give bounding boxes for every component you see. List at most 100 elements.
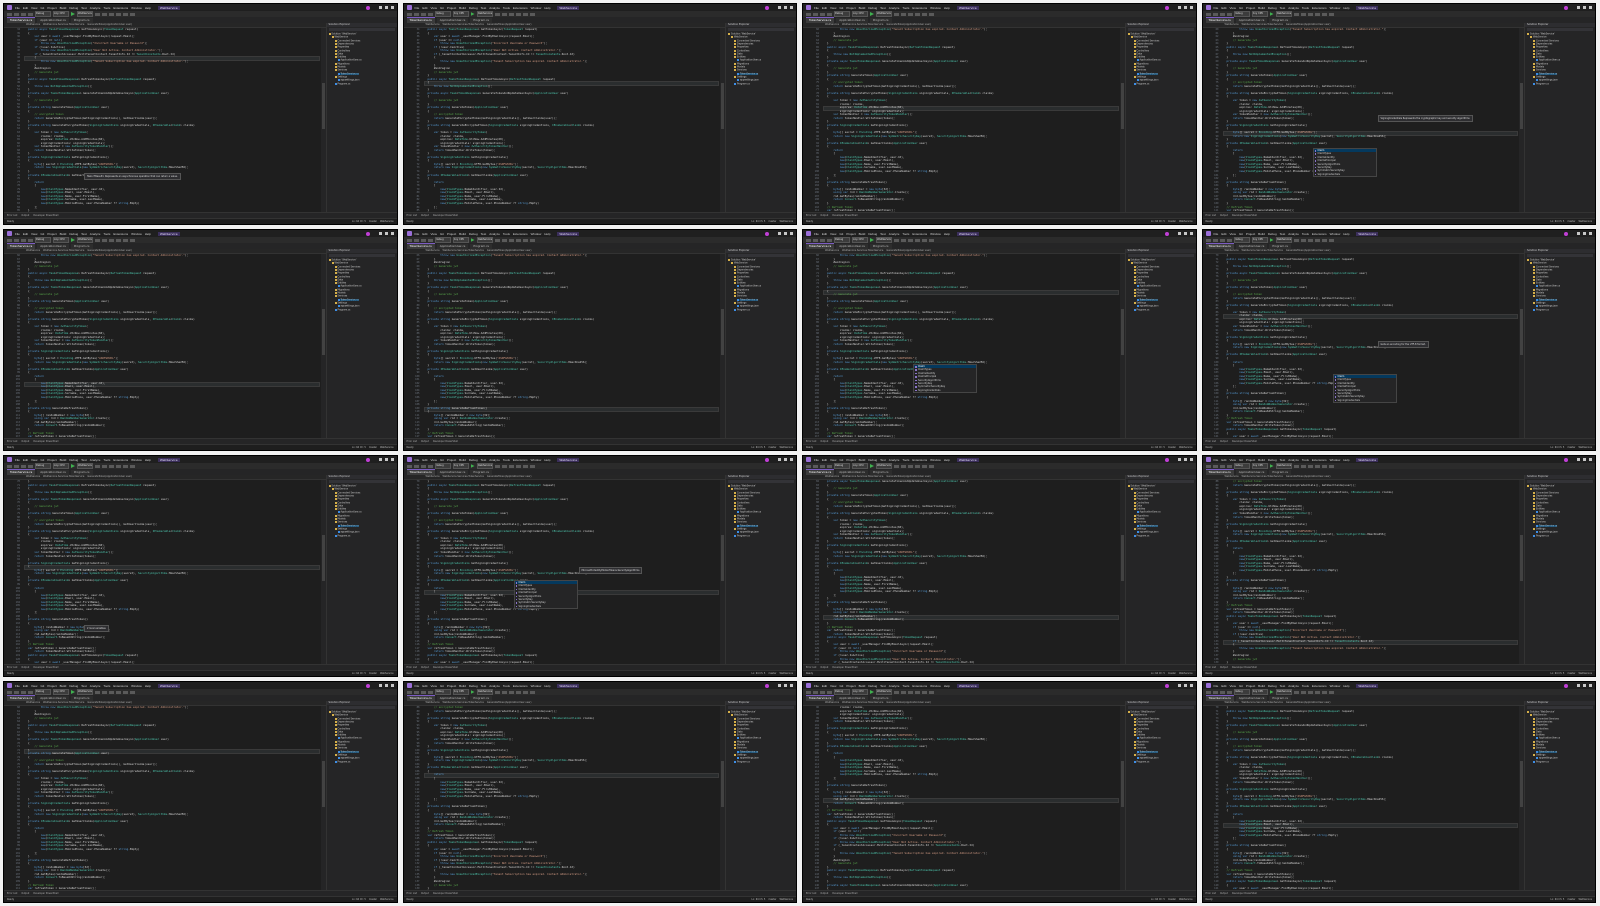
tool-window-tab[interactable]: Output xyxy=(820,440,828,443)
menu-item[interactable]: Git xyxy=(40,232,44,236)
git-repository[interactable]: WebService xyxy=(780,672,794,675)
tree-item[interactable]: Program.cs xyxy=(1134,534,1150,538)
toolbar-button[interactable] xyxy=(1226,12,1232,16)
menu-item[interactable]: Edit xyxy=(822,684,827,688)
intellisense-completion-list[interactable]: Claim ClaimTypes ClaimsIdentity ClaimsPrinc… xyxy=(1332,374,1397,404)
copilot-icon[interactable] xyxy=(1164,457,1169,462)
menu-item[interactable]: Build xyxy=(859,458,866,462)
toolbar-button[interactable] xyxy=(827,238,832,242)
menu-item[interactable]: Edit xyxy=(23,458,28,462)
tool-window-tab[interactable]: Error List xyxy=(407,892,417,895)
menu-item[interactable]: Window xyxy=(531,458,542,462)
menu-item[interactable]: Tools xyxy=(1302,6,1309,10)
close-icon[interactable] xyxy=(1189,232,1193,235)
toolbar-button[interactable] xyxy=(109,12,114,16)
git-branch[interactable]: master xyxy=(369,672,377,675)
toolbar-button[interactable] xyxy=(1293,12,1299,16)
menu-item[interactable]: Tools xyxy=(103,6,110,10)
tool-window-tab[interactable]: Error List xyxy=(7,440,17,443)
navigation-dropdown[interactable]: WebService.Services.TokenService xyxy=(1242,701,1283,705)
menu-item[interactable]: Test xyxy=(1280,232,1286,236)
navigation-dropdown[interactable]: WebService xyxy=(1225,23,1239,27)
toolbar-button[interactable] xyxy=(116,12,121,16)
menu-item[interactable]: Build xyxy=(859,232,866,236)
toolbar-button[interactable] xyxy=(894,12,899,16)
menu-item[interactable]: Edit xyxy=(822,232,827,236)
menu-item[interactable]: Analyze xyxy=(90,6,101,10)
toolbar-button[interactable] xyxy=(813,12,818,16)
menu-item[interactable]: Edit xyxy=(422,684,427,688)
menu-item[interactable]: Extensions xyxy=(513,684,528,688)
code-text[interactable]: public async Task<TokenResponse> GetToke… xyxy=(28,28,320,212)
tree-item[interactable]: Program.cs xyxy=(1134,760,1150,764)
code-text[interactable]: } public async Task<TokenResponse> Refres… xyxy=(428,480,720,664)
tree-item[interactable]: Program.cs xyxy=(1533,82,1549,86)
menu-item[interactable]: File xyxy=(415,458,420,462)
tool-window-tab[interactable]: Developer PowerShell xyxy=(1232,892,1257,895)
menu-item[interactable]: Test xyxy=(880,684,886,688)
menu-item[interactable]: Tools xyxy=(902,684,909,688)
toolbar-button[interactable] xyxy=(1293,690,1299,694)
menu-item[interactable]: Extensions xyxy=(1312,684,1327,688)
completion-item[interactable]: SigningCredentials xyxy=(1334,399,1396,402)
toolbar-button[interactable] xyxy=(130,464,135,468)
toolbar-button[interactable] xyxy=(102,690,107,694)
menu-item[interactable]: Test xyxy=(481,6,487,10)
toolbar-button[interactable] xyxy=(1314,238,1320,242)
intellisense-completion-list[interactable]: Claim ClaimTypes ClaimsIdentity ClaimsPrinc… xyxy=(513,580,578,610)
toolbar-button[interactable] xyxy=(515,238,521,242)
menu-item[interactable]: File xyxy=(415,6,420,10)
tool-window-tab[interactable]: Error List xyxy=(806,440,816,443)
git-repository[interactable]: WebService xyxy=(1579,898,1593,901)
menu-item[interactable]: Project xyxy=(846,684,855,688)
toolbar-button[interactable] xyxy=(406,12,412,16)
close-icon[interactable] xyxy=(1189,6,1193,9)
menu-item[interactable]: Project xyxy=(47,458,56,462)
menu-item[interactable]: View xyxy=(431,232,437,236)
copilot-icon[interactable] xyxy=(1564,683,1568,688)
scrollbar-thumb[interactable] xyxy=(1120,535,1124,582)
menu-item[interactable]: Window xyxy=(131,684,142,688)
toolbar-button[interactable] xyxy=(1205,464,1211,468)
git-branch[interactable]: master xyxy=(1168,672,1176,675)
scrollbar-thumb[interactable] xyxy=(1520,535,1523,582)
menu-item[interactable]: Analyze xyxy=(1288,684,1299,688)
menu-item[interactable]: Tools xyxy=(103,684,110,688)
toolbar-button[interactable] xyxy=(116,690,121,694)
menu-item[interactable]: Test xyxy=(81,232,87,236)
minimize-icon[interactable] xyxy=(1177,232,1181,235)
menu-item[interactable]: Help xyxy=(145,684,151,688)
toolbar-button[interactable] xyxy=(929,464,934,468)
code-editor[interactable]: WebService WebService.Services.TokenServi… xyxy=(1202,475,1524,664)
scrollbar-thumb[interactable] xyxy=(721,309,724,356)
copilot-icon[interactable] xyxy=(765,5,769,10)
menu-item[interactable]: Analyze xyxy=(1288,458,1299,462)
toolbar-button[interactable] xyxy=(806,12,811,16)
toolbar-button[interactable] xyxy=(1219,464,1225,468)
toolbar-button[interactable] xyxy=(529,238,535,242)
menu-item[interactable]: Test xyxy=(481,684,487,688)
toolbar-button[interactable] xyxy=(929,12,934,16)
toolbar-button[interactable] xyxy=(901,690,906,694)
toolbar-button[interactable] xyxy=(7,464,12,468)
tool-window-tab[interactable]: Developer PowerShell xyxy=(832,214,857,217)
menu-item[interactable]: Edit xyxy=(1221,684,1226,688)
menu-item[interactable]: Git xyxy=(839,232,843,236)
tree-item[interactable]: Program.cs xyxy=(734,82,750,86)
code-text[interactable]: } public async Task<TokenResponse> Refres… xyxy=(28,480,320,664)
menu-item[interactable]: File xyxy=(1214,684,1219,688)
navigation-dropdown[interactable]: WebService xyxy=(426,249,440,253)
menu-item[interactable]: Edit xyxy=(23,232,28,236)
git-repository[interactable]: WebService xyxy=(780,220,794,223)
tool-window-tab[interactable]: Developer PowerShell xyxy=(33,666,58,669)
code-text[interactable]: throw new UnauthorizedException("Tenant … xyxy=(827,254,1119,438)
menu-item[interactable]: Analyze xyxy=(889,458,900,462)
toolbar-button[interactable] xyxy=(21,238,26,242)
close-icon[interactable] xyxy=(1589,684,1592,687)
menu-item[interactable]: Help xyxy=(145,458,151,462)
toolbar-button[interactable] xyxy=(922,238,927,242)
minimize-icon[interactable] xyxy=(378,232,382,235)
close-icon[interactable] xyxy=(1189,684,1193,687)
toolbar-button[interactable] xyxy=(95,690,100,694)
toolbar-button[interactable] xyxy=(813,464,818,468)
